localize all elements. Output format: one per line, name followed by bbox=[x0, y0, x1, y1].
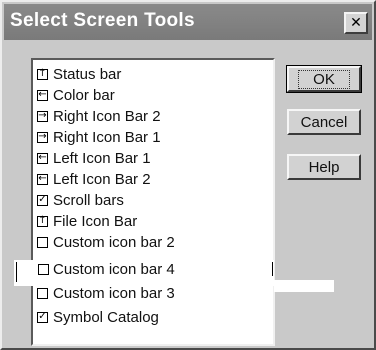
list-item-label: Custom icon bar 2 bbox=[53, 233, 175, 251]
list-item-right-icon-bar-1[interactable]: → Right Icon Bar 1 bbox=[37, 126, 161, 148]
select-screen-tools-dialog: Select Screen Tools ✕ ↑ Status bar ← Col… bbox=[0, 0, 376, 350]
ok-button[interactable]: OK bbox=[286, 65, 362, 93]
arrow-right-icon: → bbox=[37, 110, 48, 122]
list-item-label: Right Icon Bar 2 bbox=[53, 107, 161, 125]
ok-button-label: OK bbox=[298, 69, 350, 89]
checkbox-checked-icon: ✓ bbox=[37, 311, 48, 323]
list-item-label: Left Icon Bar 1 bbox=[53, 149, 151, 167]
cancel-button[interactable]: Cancel bbox=[287, 109, 361, 135]
list-item-label: Left Icon Bar 2 bbox=[53, 170, 151, 188]
list-item-label: Symbol Catalog bbox=[53, 308, 159, 326]
title-bar[interactable]: Select Screen Tools ✕ bbox=[4, 4, 372, 40]
list-item-scroll-bars[interactable]: ✓ Scroll bars bbox=[37, 189, 124, 211]
checkbox-empty-icon bbox=[37, 236, 48, 248]
list-item-file-icon-bar[interactable]: ↑ File Icon Bar bbox=[37, 210, 137, 232]
checkbox-empty-icon bbox=[37, 287, 48, 299]
list-item-left-icon-bar-1[interactable]: ← Left Icon Bar 1 bbox=[37, 147, 151, 169]
list-item-label: Scroll bars bbox=[53, 191, 124, 209]
arrow-up-icon: ↑ bbox=[37, 68, 48, 80]
list-item-status-bar[interactable]: ↑ Status bar bbox=[37, 63, 121, 85]
list-item-left-icon-bar-2[interactable]: ← Left Icon Bar 2 bbox=[37, 168, 151, 190]
dialog-title: Select Screen Tools bbox=[10, 10, 195, 31]
list-item-color-bar[interactable]: ← Color bar bbox=[37, 84, 115, 106]
close-icon: ✕ bbox=[350, 15, 362, 31]
arrow-right-icon: → bbox=[37, 131, 48, 143]
help-button[interactable]: Help bbox=[287, 154, 361, 180]
help-button-label: Help bbox=[308, 158, 340, 176]
list-item-custom-icon-bar-2[interactable]: Custom icon bar 2 bbox=[37, 231, 175, 253]
list-item-symbol-catalog[interactable]: ✓ Symbol Catalog bbox=[37, 306, 159, 328]
arrow-left-icon: ← bbox=[37, 152, 48, 164]
list-item-label: Right Icon Bar 1 bbox=[53, 128, 161, 146]
arrow-left-icon: ← bbox=[37, 89, 48, 101]
checkbox-checked-icon: ✓ bbox=[37, 194, 48, 206]
list-item-custom-icon-bar-3[interactable]: Custom icon bar 3 bbox=[37, 282, 175, 304]
list-item-right-icon-bar-2[interactable]: → Right Icon Bar 2 bbox=[37, 105, 161, 127]
arrow-left-icon: ← bbox=[37, 173, 48, 185]
list-item-label: Status bar bbox=[53, 65, 122, 83]
list-item-label: Custom icon bar 3 bbox=[53, 284, 175, 302]
arrow-up-icon: ↑ bbox=[37, 215, 48, 227]
list-item-label: Color bar bbox=[53, 86, 115, 104]
list-item-label: File Icon Bar bbox=[53, 212, 138, 230]
close-button[interactable]: ✕ bbox=[344, 12, 368, 34]
tools-listbox[interactable]: ↑ Status bar ← Color bar → Right Icon Ba… bbox=[31, 58, 275, 346]
cancel-button-label: Cancel bbox=[300, 113, 348, 131]
